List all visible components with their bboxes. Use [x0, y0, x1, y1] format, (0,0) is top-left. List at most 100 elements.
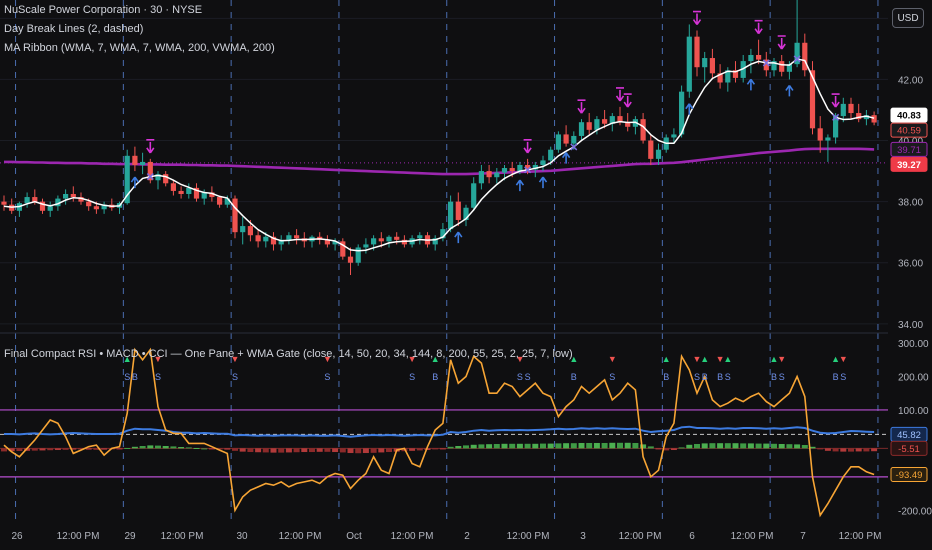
candle-body [240, 226, 246, 233]
price-tick-label: 36.00 [898, 259, 923, 270]
candle-body [501, 168, 508, 173]
macd-histogram-bar [31, 448, 38, 451]
buy-arrow-icon [561, 152, 571, 164]
oscillator-value-label: -5.51 [898, 444, 920, 455]
candle-body [709, 58, 715, 74]
macd-histogram-bar [1, 448, 7, 452]
macd-histogram-bar [601, 442, 608, 449]
macd-histogram-bar [239, 448, 246, 452]
macd-histogram-bar [355, 448, 362, 454]
signal-letter: B [663, 372, 669, 382]
signal-letter: S [694, 372, 700, 382]
candle-body [163, 174, 169, 184]
macd-histogram-bar [732, 443, 739, 449]
macd-histogram-bar [486, 444, 493, 449]
signal-letter: S [124, 372, 130, 382]
oscillator-value-label: -93.49 [896, 470, 923, 481]
macd-histogram-bar [170, 446, 177, 449]
buy-arrow-icon [538, 176, 548, 189]
candle-body [70, 193, 76, 198]
macd-histogram-bar [701, 443, 708, 449]
macd-histogram-bar [540, 443, 546, 449]
macd-histogram-bar [370, 448, 377, 453]
macd-histogram-bar [409, 448, 416, 451]
macd-histogram-bar [309, 448, 315, 453]
candle-body [255, 235, 261, 242]
buy-arrow-icon [515, 179, 525, 192]
macd-histogram-bar [532, 443, 539, 449]
candle-body [555, 134, 561, 150]
buy-arrow-icon [746, 78, 756, 91]
signal-letter: S [609, 372, 615, 382]
candle-body [386, 236, 392, 242]
signal-letter: B [717, 372, 723, 382]
signal-triangle-icon: ▼ [777, 354, 786, 364]
macd-histogram-bar [848, 448, 854, 452]
macd-histogram-bar [185, 447, 192, 449]
macd-histogram-bar [278, 448, 285, 453]
candle-body [355, 247, 361, 263]
legend-day-break-lines[interactable]: Day Break Lines (2, dashed) [4, 20, 275, 39]
candle-body [602, 119, 608, 124]
macd-histogram-bar [255, 448, 262, 453]
macd-histogram-bar [755, 443, 762, 449]
time-tick-label: 7 [800, 531, 806, 542]
time-tick-label: 12:00 PM [279, 531, 322, 542]
macd-histogram-bar [778, 443, 785, 449]
macd-histogram-bar [139, 445, 146, 449]
macd-histogram-bar [131, 446, 138, 449]
macd-histogram-bar [840, 448, 847, 452]
candle-body [586, 122, 592, 130]
candle-body [178, 190, 184, 194]
time-tick-label: 12:00 PM [731, 531, 774, 542]
candle-body [748, 54, 754, 62]
legend-ma-ribbon[interactable]: MA Ribbon (WMA, 7, WMA, 7, WMA, 200, VWM… [4, 39, 275, 58]
macd-histogram-bar [262, 448, 269, 453]
macd-histogram-bar [724, 443, 731, 449]
candle-body [448, 201, 454, 230]
chart-canvas[interactable]: ▲S B▼S▼S▼S▼S▲B▼S S▲B▼S▲B▼S▲B▼B▲S▲B▼S▲B▼S 3… [0, 0, 932, 550]
candle-body [640, 119, 646, 141]
macd-histogram-bar [871, 448, 878, 452]
sell-arrow-icon [615, 87, 625, 102]
macd-histogram-bar [47, 448, 54, 451]
signal-letter: B [132, 372, 138, 382]
oscillator-tick-label: 100.00 [898, 406, 929, 417]
candle-body [294, 235, 300, 239]
macd-histogram-bar [686, 444, 693, 449]
macd-histogram-bar [147, 445, 154, 449]
price-label: 39.71 [897, 145, 921, 156]
candle-body [24, 197, 30, 204]
macd-histogram-bar [16, 448, 23, 452]
macd-histogram-bar [224, 448, 231, 450]
macd-histogram-bar [324, 448, 331, 452]
signal-letter: S [840, 372, 846, 382]
signal-letter: B [702, 372, 708, 382]
macd-histogram-bar [301, 448, 308, 453]
macd-histogram-bar [316, 448, 323, 452]
macd-histogram-bar [801, 444, 808, 449]
signal-triangle-icon: ▲ [662, 354, 671, 364]
time-tick-label: 12:00 PM [507, 531, 550, 542]
macd-histogram-bar [855, 448, 862, 452]
symbol-title[interactable]: NuScale Power Corporation · 30 · NYSE [4, 1, 275, 20]
macd-histogram-bar [293, 448, 300, 453]
candle-body [63, 193, 69, 199]
macd-histogram-bar [332, 448, 339, 453]
oscillator-tick-label: 200.00 [898, 372, 929, 383]
macd-histogram-bar [516, 443, 523, 449]
time-tick-label: 30 [236, 531, 248, 542]
signal-letter: S [779, 372, 785, 382]
signal-letter: S [517, 372, 523, 382]
macd-histogram-bar [524, 443, 531, 449]
macd-histogram-bar [124, 448, 131, 450]
signal-triangle-icon: ▼ [608, 354, 617, 364]
time-tick-label: 12:00 PM [619, 531, 662, 542]
buy-arrow-icon [785, 84, 794, 97]
candle-body [494, 172, 500, 178]
currency-button[interactable]: USD [892, 8, 924, 28]
candle-body [363, 244, 369, 248]
macd-histogram-bar [463, 445, 469, 449]
oscillator-legend[interactable]: Final Compact RSI • MACD • CCI — One Pan… [4, 346, 573, 362]
candle-body [779, 61, 785, 72]
